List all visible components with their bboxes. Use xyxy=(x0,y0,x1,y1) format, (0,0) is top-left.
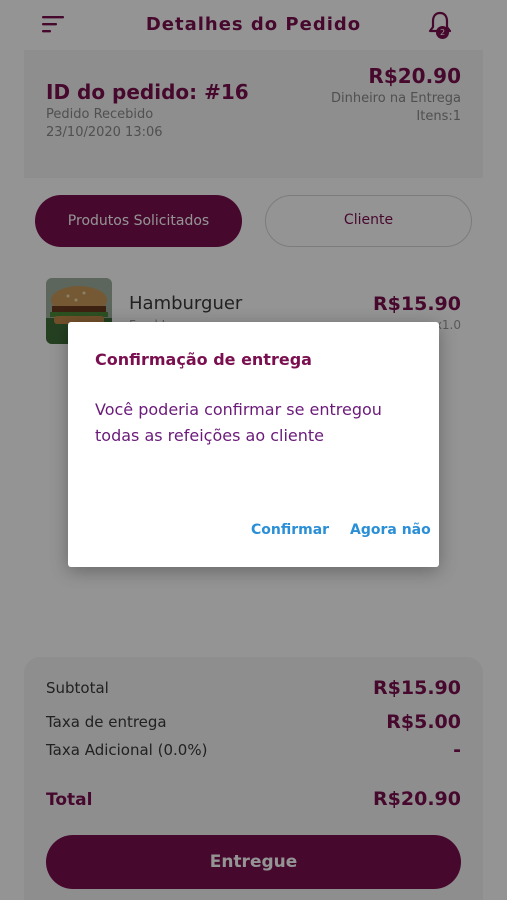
delivery-confirmation-dialog: Confirmação de entrega Você poderia conf… xyxy=(68,322,439,567)
dialog-message: Você poderia confirmar se entregou todas… xyxy=(95,400,382,445)
dialog-title: Confirmação de entrega xyxy=(95,350,312,369)
confirm-button[interactable]: Confirmar xyxy=(251,522,329,538)
not-now-button[interactable]: Agora não xyxy=(350,522,431,538)
